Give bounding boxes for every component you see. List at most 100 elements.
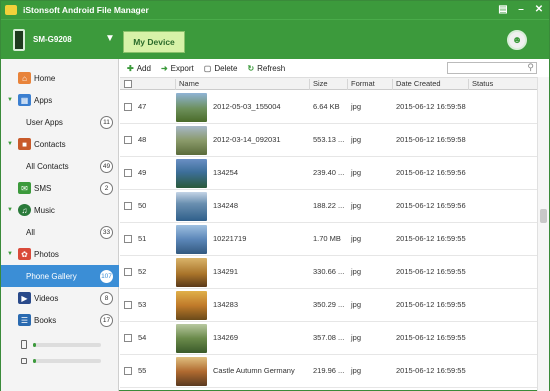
sidebar-item-label: Books: [34, 315, 57, 325]
row-checkbox[interactable]: [124, 169, 132, 177]
search-icon[interactable]: ⚲: [527, 62, 534, 73]
file-size: 188.22 ...: [313, 201, 345, 210]
table-row[interactable]: 55 Castle Autumn Germany 219.96 ... jpg 2015…: [120, 355, 537, 388]
account-icon[interactable]: ☻: [507, 30, 527, 50]
file-size: 350.29 ...: [313, 300, 345, 309]
count-badge: 11: [100, 115, 113, 129]
app-logo-icon: [5, 5, 17, 15]
photo-thumbnail[interactable]: [176, 258, 207, 287]
sidebar-item-videos[interactable]: ▶ Videos 8: [1, 287, 119, 309]
file-size: 553.13 ...: [313, 135, 345, 144]
close-button[interactable]: ✕: [533, 3, 545, 15]
date-created: 2015-06-12 16:59:55: [396, 366, 466, 375]
sidebar-item-contacts[interactable]: ▼ ■ Contacts: [1, 133, 119, 155]
row-number: 53: [138, 300, 147, 309]
delete-label: Delete: [214, 63, 238, 73]
photo-thumbnail[interactable]: [176, 324, 207, 353]
column-header-status[interactable]: Status: [468, 79, 493, 90]
table-row[interactable]: 54 134269 357.08 ... jpg 2015-06-12 16:59:55: [120, 322, 537, 355]
photo-thumbnail[interactable]: [176, 225, 207, 254]
photo-thumbnail[interactable]: [176, 291, 207, 320]
table-row[interactable]: 51 10221719 1.70 MB jpg 2015-06-12 16:59:55: [120, 223, 537, 256]
row-number: 48: [138, 135, 147, 144]
delete-button[interactable]: ▢ Delete: [204, 64, 238, 73]
row-checkbox[interactable]: [124, 301, 132, 309]
sidebar-item-music-all[interactable]: All 33: [1, 221, 119, 243]
refresh-button[interactable]: ↻ Refresh: [247, 64, 285, 73]
music-icon: ♫: [18, 204, 31, 216]
photo-thumbnail[interactable]: [176, 126, 207, 155]
photo-thumbnail[interactable]: [176, 159, 207, 188]
date-created: 2015-06-12 16:59:55: [396, 267, 466, 276]
date-created: 2015-06-12 16:59:58: [396, 135, 466, 144]
file-format: jpg: [351, 333, 362, 342]
file-name: 134248: [213, 201, 239, 210]
sidebar-item-label: User Apps: [26, 117, 63, 127]
scrollbar-thumb[interactable]: [540, 209, 547, 223]
feedback-icon[interactable]: ▤: [497, 3, 509, 15]
row-number: 47: [138, 102, 147, 111]
minimize-button[interactable]: –: [515, 3, 527, 15]
table-row[interactable]: 53 134283 350.29 ... jpg 2015-06-12 16:59:55: [120, 289, 537, 322]
row-number: 49: [138, 168, 147, 177]
select-all-checkbox[interactable]: [124, 80, 132, 88]
table-row[interactable]: 49 134254 239.40 ... jpg 2015-06-12 16:59:56: [120, 157, 537, 190]
expand-arrow-icon[interactable]: ▼: [7, 141, 13, 147]
table-row[interactable]: 52 134291 330.66 ... jpg 2015-06-12 16:59:55: [120, 256, 537, 289]
file-name: 10221719: [213, 234, 247, 243]
photo-thumbnail[interactable]: [176, 93, 207, 122]
table-row[interactable]: 48 2012-03-14_092031 553.13 ... jpg 2015-06-…: [120, 124, 537, 157]
file-format: jpg: [351, 267, 362, 276]
row-checkbox[interactable]: [124, 202, 132, 210]
count-badge: 17: [100, 313, 113, 327]
expand-arrow-icon[interactable]: ▼: [7, 251, 13, 257]
sidebar-item-home[interactable]: ⌂ Home: [1, 67, 119, 89]
table-row[interactable]: 50 134248 188.22 ... jpg 2015-06-12 16:59:56: [120, 190, 537, 223]
expand-arrow-icon[interactable]: ▼: [7, 207, 13, 213]
window-controls: ▤ – ✕: [497, 3, 545, 15]
sidebar-item-phone-gallery[interactable]: Phone Gallery 107: [1, 265, 119, 287]
sidebar-item-music[interactable]: ▼ ♫ Music: [1, 199, 119, 221]
column-header-name[interactable]: Name: [175, 79, 199, 90]
row-checkbox[interactable]: [124, 235, 132, 243]
sidebar-item-books[interactable]: ☰ Books 17: [1, 309, 119, 331]
row-checkbox[interactable]: [124, 268, 132, 276]
file-name: 134291: [213, 267, 239, 276]
sidebar-item-apps[interactable]: ▼ ▦ Apps: [1, 89, 119, 111]
expand-arrow-icon[interactable]: ▼: [7, 97, 13, 103]
sidebar-item-sms[interactable]: ✉ SMS 2: [1, 177, 119, 199]
table-header: Name Size Format Date Created Status: [120, 77, 537, 90]
file-format: jpg: [351, 201, 362, 210]
file-table: Name Size Format Date Created Status 47 2…: [120, 77, 537, 391]
device-dropdown-icon[interactable]: ▼: [105, 33, 115, 44]
sidebar-item-label: Apps: [34, 95, 53, 105]
row-checkbox[interactable]: [124, 334, 132, 342]
storage-fill: [33, 359, 36, 363]
export-button[interactable]: ➜ Export: [161, 64, 194, 73]
phone-icon: [13, 29, 25, 51]
row-number: 52: [138, 267, 147, 276]
search-input[interactable]: ⚲: [447, 62, 537, 74]
row-checkbox[interactable]: [124, 103, 132, 111]
column-header-size[interactable]: Size: [309, 79, 328, 90]
count-badge: 2: [100, 181, 113, 195]
add-button[interactable]: ✚ Add: [127, 64, 151, 73]
file-name: 134283: [213, 300, 239, 309]
sidebar-item-user-apps[interactable]: User Apps 11: [1, 111, 119, 133]
column-header-format[interactable]: Format: [347, 79, 375, 90]
sidebar-item-photos[interactable]: ▼ ✿ Photos: [1, 243, 119, 265]
date-created: 2015-06-12 16:59:55: [396, 234, 466, 243]
photo-thumbnail[interactable]: [176, 357, 207, 386]
row-checkbox[interactable]: [124, 136, 132, 144]
date-created: 2015-06-12 16:59:58: [396, 102, 466, 111]
sidebar-item-label: Videos: [34, 293, 59, 303]
storage-bar: [33, 359, 101, 363]
row-checkbox[interactable]: [124, 367, 132, 375]
my-device-button[interactable]: My Device: [123, 31, 185, 53]
table-row[interactable]: 47 2012-05-03_155004 6.64 KB jpg 2015-06-12 …: [120, 91, 537, 124]
sidebar-item-all-contacts[interactable]: All Contacts 49: [1, 155, 119, 177]
file-name: 134254: [213, 168, 239, 177]
vertical-scrollbar[interactable]: [537, 77, 549, 391]
column-header-date-created[interactable]: Date Created: [392, 79, 441, 90]
photo-thumbnail[interactable]: [176, 192, 207, 221]
